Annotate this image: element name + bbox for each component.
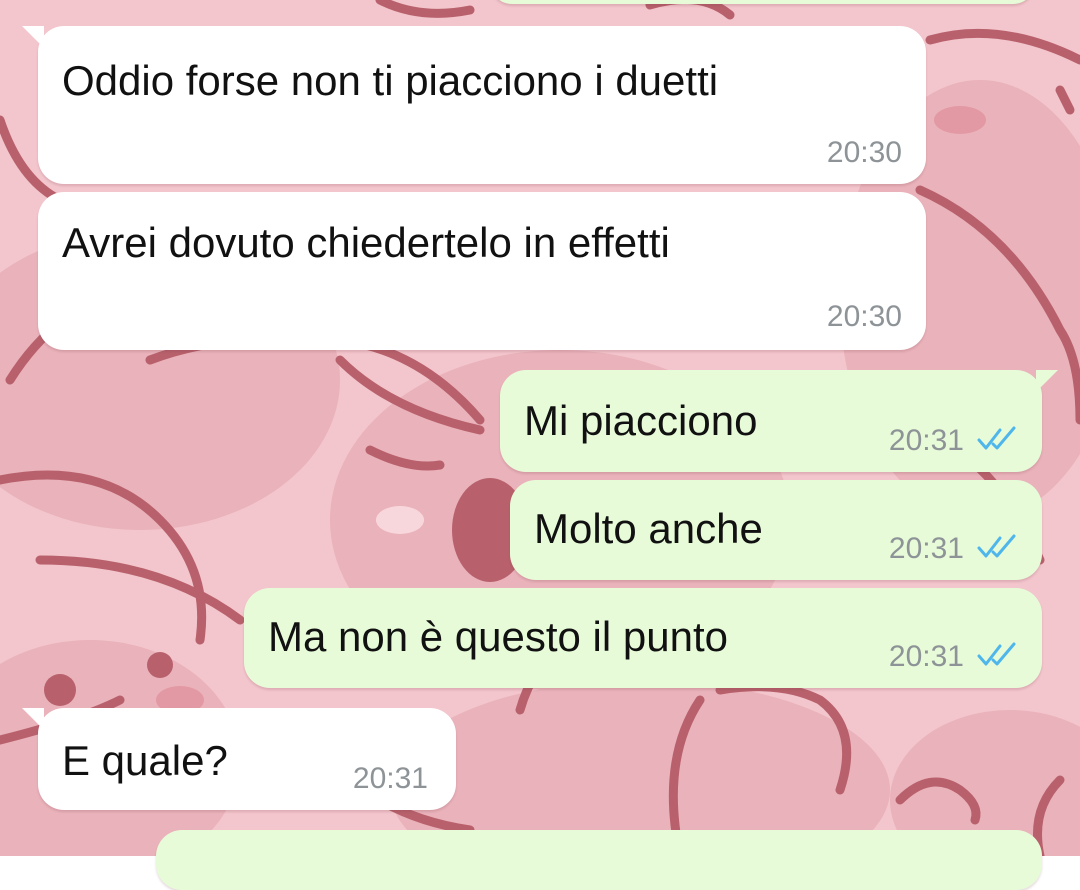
message-bubble-incoming[interactable]: Avrei dovuto chiedertelo in effetti 20:3…	[38, 192, 926, 350]
message-bubble-incoming[interactable]: E quale? 20:31	[22, 708, 456, 810]
message-timestamp: 20:31	[888, 424, 964, 457]
message-bubble-outgoing[interactable]: Molto anche 20:31	[510, 480, 1042, 580]
message-text: Avrei dovuto chiedertelo in effetti	[62, 219, 670, 266]
message-timestamp: 20:31	[888, 640, 964, 673]
message-text: Molto anche	[534, 505, 763, 552]
message-bubble-outgoing-partial[interactable]	[156, 830, 1042, 890]
bubble-tail	[22, 708, 44, 730]
message-text: Mi piacciono	[524, 397, 758, 444]
bubble-tail	[1036, 370, 1058, 392]
bubble-tail	[22, 26, 44, 48]
message-timestamp: 20:31	[352, 762, 428, 795]
double-check-read-icon	[977, 426, 1016, 450]
message-text: Oddio forse non ti piacciono i duetti	[62, 57, 719, 104]
message-bubble-incoming[interactable]: Oddio forse non ti piacciono i duetti 20…	[22, 26, 926, 184]
message-timestamp: 20:30	[826, 136, 902, 169]
message-bubble-outgoing-partial[interactable]	[490, 0, 1035, 4]
message-timestamp: 20:31	[888, 532, 964, 565]
message-bubble-outgoing[interactable]: Ma non è questo il punto 20:31	[244, 588, 1042, 688]
double-check-read-icon	[977, 534, 1016, 558]
message-text: Ma non è questo il punto	[268, 613, 728, 660]
message-text: E quale?	[62, 737, 228, 784]
message-bubble-outgoing[interactable]: Mi piacciono 20:31	[500, 370, 1058, 472]
message-timestamp: 20:30	[826, 300, 902, 333]
double-check-read-icon	[977, 642, 1016, 666]
